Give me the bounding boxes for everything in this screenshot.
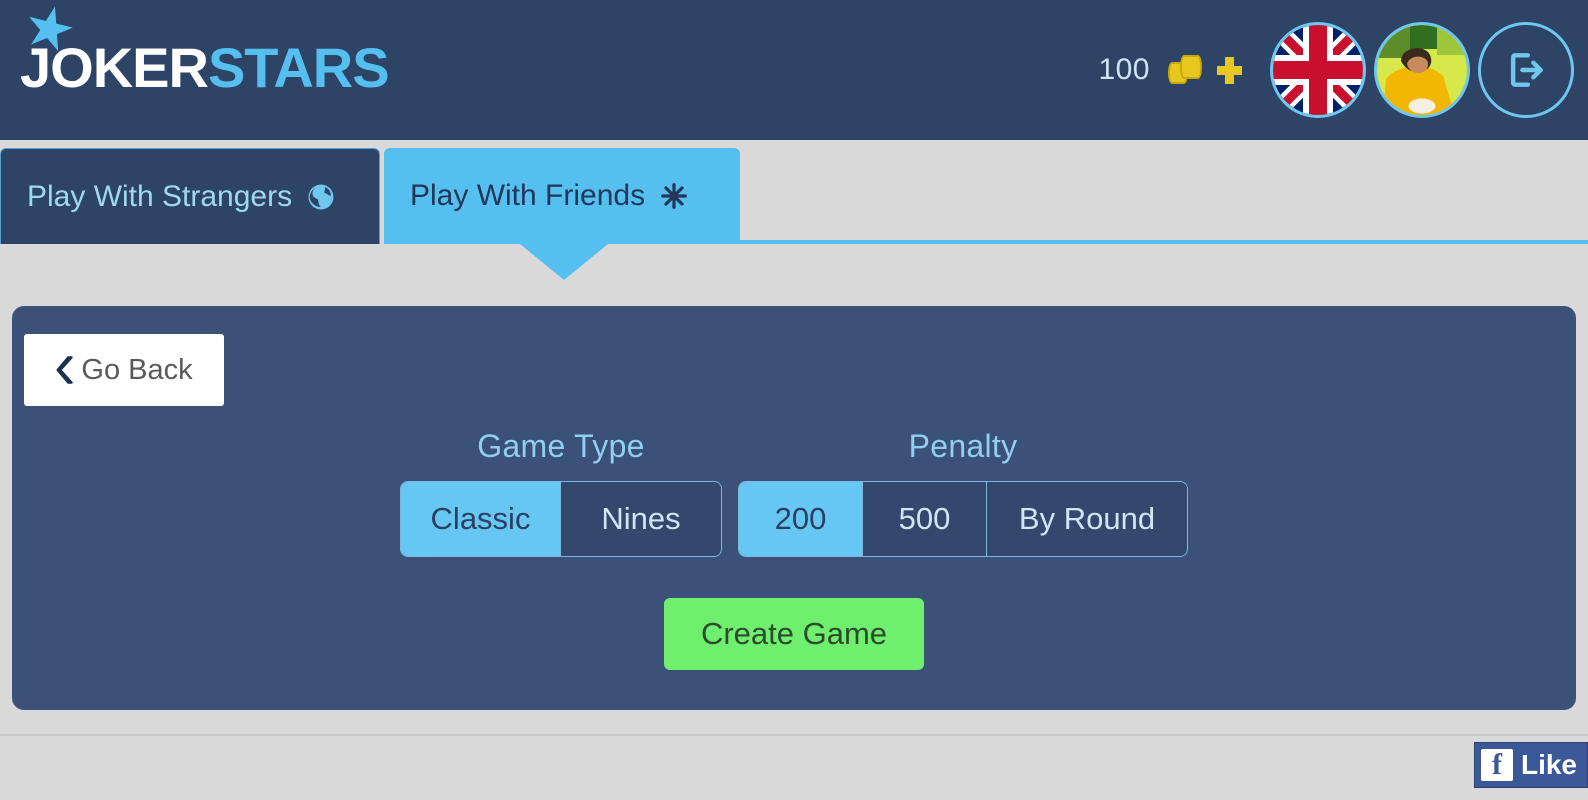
chevron-left-icon — [55, 356, 77, 384]
option-group-penalty: Penalty 200 500 By Round — [738, 428, 1188, 557]
penalty-label: Penalty — [908, 428, 1018, 464]
tab-play-with-friends[interactable]: Play With Friends — [384, 148, 740, 244]
tab-play-with-strangers[interactable]: Play With Strangers — [0, 148, 380, 244]
coin-balance: 100 — [1098, 53, 1150, 86]
go-back-button[interactable]: Go Back — [24, 334, 224, 406]
penalty-option-200[interactable]: 200 — [739, 482, 863, 556]
penalty-segmented-control: 200 500 By Round — [738, 481, 1188, 557]
tab-play-with-friends-label: Play With Friends — [410, 179, 646, 212]
tab-play-with-strangers-label: Play With Strangers — [27, 179, 293, 213]
penalty-option-by-round[interactable]: By Round — [987, 482, 1187, 556]
facebook-logo-icon: f — [1480, 749, 1513, 781]
plus-icon[interactable] — [1214, 54, 1244, 86]
create-game-row: Create Game — [12, 598, 1576, 670]
active-tab-pointer — [520, 244, 608, 280]
penalty-option-500[interactable]: 500 — [863, 482, 987, 556]
avatar[interactable] — [1374, 22, 1470, 118]
app-header: ★ JOKERSTARS 100 — [0, 0, 1588, 140]
game-type-option-classic[interactable]: Classic — [401, 482, 561, 556]
tab-bar: Play With Strangers Play With Friends — [0, 148, 1588, 280]
asterisk-icon — [659, 181, 689, 211]
tab-underline — [740, 240, 1588, 244]
globe-icon — [306, 182, 336, 212]
game-setup-panel: Go Back Game Type Classic Nines Penalty … — [12, 306, 1576, 710]
brand-logo[interactable]: ★ JOKERSTARS — [20, 0, 390, 128]
brand-logo-text: ★ JOKERSTARS — [20, 0, 390, 96]
brand-logo-part2: STARS — [207, 36, 390, 99]
facebook-like-label: Like — [1520, 749, 1577, 780]
create-game-button[interactable]: Create Game — [664, 598, 924, 670]
go-back-label: Go Back — [81, 353, 193, 386]
uk-flag-icon[interactable] — [1270, 22, 1366, 118]
game-type-label: Game Type — [477, 428, 645, 464]
footer-divider — [0, 734, 1588, 736]
coin-stack-icon — [1168, 53, 1208, 87]
game-options-row: Game Type Classic Nines Penalty 200 500 … — [12, 428, 1576, 557]
option-group-game-type: Game Type Classic Nines — [400, 428, 722, 557]
logout-icon[interactable] — [1478, 22, 1574, 118]
game-type-segmented-control: Classic Nines — [400, 481, 722, 557]
header-actions: 100 — [1098, 0, 1574, 140]
facebook-like-button[interactable]: f Like — [1473, 742, 1588, 788]
game-type-option-nines[interactable]: Nines — [561, 482, 721, 556]
